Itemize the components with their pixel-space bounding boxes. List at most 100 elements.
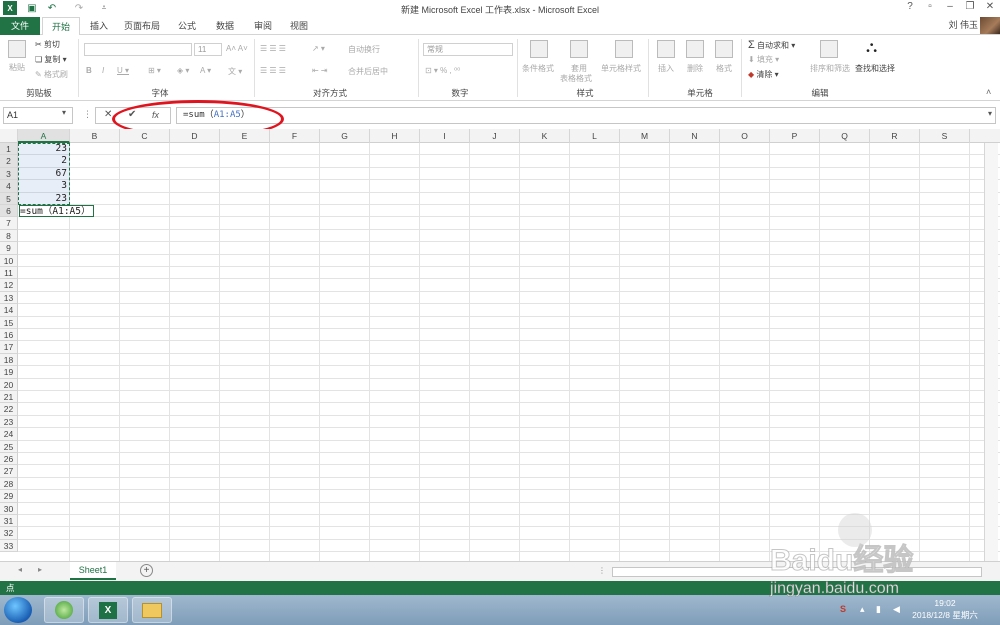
row-header[interactable]: 28 xyxy=(0,477,18,491)
indent-icon[interactable]: ⇤ ⇥ xyxy=(312,66,328,75)
font-size-combo[interactable]: 11 xyxy=(194,43,222,56)
tab-split-icon[interactable]: ⋮ xyxy=(598,566,606,575)
format-painter-button[interactable]: ✎ 格式刷 xyxy=(35,69,68,80)
cell-styles-button[interactable]: 单元格样式 xyxy=(601,63,641,74)
number-format-combo[interactable]: 常规 xyxy=(423,43,513,56)
tab-insert[interactable]: 插入 xyxy=(84,17,114,35)
orientation-icon[interactable]: ↗ ▾ xyxy=(312,44,325,53)
format-cells-button[interactable]: 格式 xyxy=(716,63,732,74)
expand-formula-icon[interactable]: ▾ xyxy=(988,109,992,118)
fill-color-icon[interactable]: ◈ ▾ xyxy=(177,66,189,75)
row-header[interactable]: 10 xyxy=(0,254,18,267)
row-header[interactable]: 14 xyxy=(0,304,18,317)
row-header[interactable]: 1 xyxy=(0,143,18,156)
ime-icon[interactable]: S xyxy=(840,604,846,614)
start-button[interactable] xyxy=(4,597,32,623)
row-header[interactable]: 12 xyxy=(0,279,18,292)
avatar[interactable] xyxy=(980,17,1000,34)
drag-handle-icon[interactable]: ⋮ xyxy=(83,109,92,120)
cell-a1[interactable]: 23 xyxy=(18,143,67,155)
row-header[interactable]: 18 xyxy=(0,353,18,367)
row-header[interactable]: 23 xyxy=(0,415,18,429)
row-header[interactable]: 9 xyxy=(0,242,18,255)
sheet-tab-sheet1[interactable]: Sheet1 xyxy=(70,562,116,580)
row-header[interactable]: 6 xyxy=(0,205,18,218)
minimize-icon[interactable]: – xyxy=(940,1,960,15)
conditional-format-button[interactable]: 条件格式 xyxy=(522,63,554,74)
formula-input[interactable]: =sum（A1:A5） xyxy=(176,107,996,124)
tab-view[interactable]: 视图 xyxy=(284,17,314,35)
tray-arrow-icon[interactable]: ▴ xyxy=(860,604,865,615)
row-header[interactable]: 20 xyxy=(0,378,18,391)
help-icon[interactable]: ? xyxy=(900,1,920,15)
tab-review[interactable]: 审阅 xyxy=(248,17,278,35)
format-cells-icon[interactable] xyxy=(715,40,733,58)
clear-button[interactable]: ◆ 清除 ▾ xyxy=(748,69,779,80)
tab-page-layout[interactable]: 页面布局 xyxy=(120,17,164,35)
border-icon[interactable]: ⊞ ▾ xyxy=(148,66,161,75)
left-align-icon[interactable]: ☰ ☰ ☰ xyxy=(260,66,286,75)
cell-styles-icon[interactable] xyxy=(615,40,633,58)
delete-cells-button[interactable]: 删除 xyxy=(687,63,703,74)
next-sheet-icon[interactable]: ▸ xyxy=(38,565,42,574)
add-sheet-icon[interactable]: + xyxy=(140,564,153,577)
find-select-button[interactable]: 查找和选择 xyxy=(855,63,895,74)
insert-cells-button[interactable]: 插入 xyxy=(658,63,674,74)
paste-icon[interactable] xyxy=(8,40,26,58)
tab-home[interactable]: 开始 xyxy=(42,17,80,36)
row-header[interactable]: 32 xyxy=(0,527,18,540)
tab-file[interactable]: 文件 xyxy=(0,17,40,35)
top-align-icon[interactable]: ☰ ☰ ☰ xyxy=(260,44,286,53)
ribbon-options-icon[interactable]: ▫ xyxy=(920,1,940,15)
insert-cells-icon[interactable] xyxy=(657,40,675,58)
sort-filter-button[interactable]: 排序和筛选 xyxy=(810,63,850,74)
vertical-scrollbar[interactable] xyxy=(984,143,998,561)
close-icon[interactable]: ✕ xyxy=(980,1,1000,15)
copy-button[interactable]: ❏ 复制 ▾ xyxy=(35,54,67,65)
underline-icon[interactable]: U ▾ xyxy=(117,66,129,75)
row-header[interactable]: 5 xyxy=(0,192,18,205)
font-color-icon[interactable]: A ▾ xyxy=(200,66,211,75)
row-header[interactable]: 13 xyxy=(0,291,18,305)
wrap-text-button[interactable]: 自动换行 xyxy=(348,44,380,55)
cell-a4[interactable]: 3 xyxy=(18,180,67,192)
collapse-ribbon-icon[interactable]: ˄ xyxy=(986,87,991,97)
row-header[interactable]: 29 xyxy=(0,490,18,503)
row-header[interactable]: 24 xyxy=(0,428,18,441)
network-icon[interactable]: ▮ xyxy=(876,604,881,615)
grow-font-icon[interactable]: A˄ A˅ xyxy=(226,44,248,53)
row-header[interactable]: 2 xyxy=(0,155,18,168)
cell-a2[interactable]: 2 xyxy=(18,155,67,167)
row-header[interactable]: 4 xyxy=(0,180,18,193)
row-header[interactable]: 31 xyxy=(0,515,18,528)
restore-icon[interactable]: ❐ xyxy=(960,1,980,15)
volume-icon[interactable]: ◀ xyxy=(893,604,900,615)
folder-taskbar-icon[interactable] xyxy=(132,597,172,623)
cell-a6-editing[interactable]: =sum（A1:A5） xyxy=(19,205,95,218)
font-name-combo[interactable] xyxy=(84,43,192,56)
row-header[interactable]: 17 xyxy=(0,341,18,354)
tab-data[interactable]: 数据 xyxy=(210,17,240,35)
cell-a3[interactable]: 67 xyxy=(18,168,67,180)
prev-sheet-icon[interactable]: ◂ xyxy=(18,565,22,574)
row-header[interactable]: 30 xyxy=(0,502,18,515)
cell-a5[interactable]: 23 xyxy=(18,193,67,205)
bold-icon[interactable]: B xyxy=(86,66,92,75)
row-header[interactable]: 7 xyxy=(0,217,18,230)
excel-taskbar-icon[interactable]: X xyxy=(88,597,128,623)
conditional-format-icon[interactable] xyxy=(530,40,548,58)
merge-center-button[interactable]: 合并后居中 xyxy=(348,66,388,77)
user-name[interactable]: 刘 伟玉 xyxy=(948,18,978,31)
row-header[interactable]: 15 xyxy=(0,316,18,329)
fill-button[interactable]: ⬇ 填充 ▾ xyxy=(748,54,779,65)
row-header[interactable]: 8 xyxy=(0,229,18,243)
format-table-icon[interactable] xyxy=(570,40,588,58)
currency-icon[interactable]: ⊡ ▾ % , ⁰⁰ xyxy=(425,66,460,75)
cut-button[interactable]: ✂ 剪切 xyxy=(35,39,60,50)
autosum-button[interactable]: Σ 自动求和 ▾ xyxy=(748,39,795,51)
paste-button[interactable]: 粘贴 xyxy=(9,62,25,73)
row-header[interactable]: 3 xyxy=(0,167,18,181)
ie-taskbar-icon[interactable] xyxy=(44,597,84,623)
row-header[interactable]: 22 xyxy=(0,403,18,416)
row-header[interactable]: 16 xyxy=(0,329,18,342)
